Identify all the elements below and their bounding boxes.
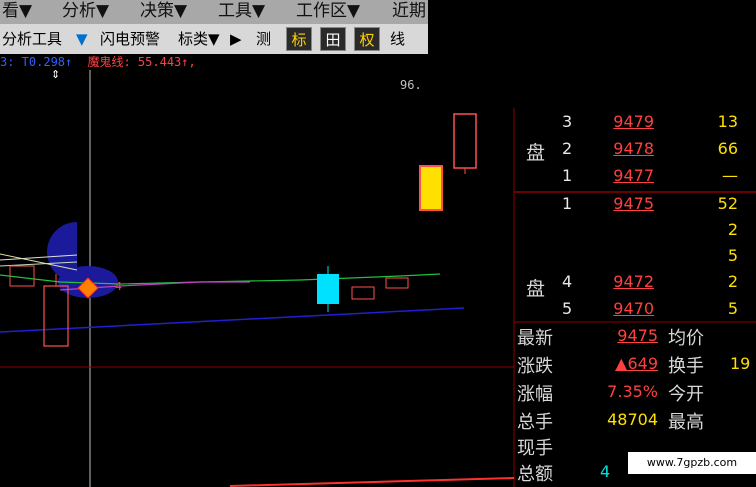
change-value: ▲649 bbox=[615, 354, 658, 373]
candle-small-1 bbox=[351, 286, 375, 300]
volume-ma-line bbox=[229, 477, 515, 487]
level-volume: 2 bbox=[727, 272, 738, 291]
level-volume: 5 bbox=[727, 299, 738, 318]
level-number: 1 bbox=[562, 166, 573, 185]
level-price: 9475 bbox=[613, 194, 654, 213]
order-book-row[interactable]: 1 9477 — bbox=[514, 166, 756, 193]
turnover-value: 19 bbox=[730, 354, 751, 373]
level-price: 9472 bbox=[613, 272, 654, 291]
level-volume: 66 bbox=[717, 139, 738, 158]
level-price: 9478 bbox=[613, 139, 654, 158]
open-label: 今开 bbox=[668, 384, 704, 405]
level-price: 9470 bbox=[613, 299, 654, 318]
current-volume-label: 现手 bbox=[517, 438, 553, 459]
resize-icon: ⇕ bbox=[51, 68, 60, 81]
change-pct-value: 7.35% bbox=[607, 382, 658, 401]
latest-label: 最新 bbox=[517, 328, 553, 349]
order-book-row[interactable]: 4 9472 2 bbox=[514, 272, 756, 299]
level-number: 2 bbox=[562, 139, 573, 158]
latest-value: 9475 bbox=[617, 326, 658, 345]
total-volume-value: 48704 bbox=[607, 410, 658, 429]
watermark: www.7gpzb.com bbox=[628, 452, 756, 474]
order-book-row[interactable]: 5 9470 5 bbox=[514, 299, 756, 326]
ma-blue-line bbox=[0, 307, 465, 333]
candle-up-volume bbox=[419, 165, 443, 211]
change-pct-label: 涨幅 bbox=[517, 384, 553, 405]
level-number: 4 bbox=[562, 272, 573, 291]
marker-digit: 4 bbox=[115, 280, 122, 293]
level-number: 1 bbox=[562, 194, 573, 213]
level-number: 3 bbox=[562, 112, 573, 131]
avg-price-label: 均价 bbox=[668, 328, 704, 349]
order-book-row[interactable]: 2 bbox=[514, 220, 756, 247]
order-book-row[interactable]: 2 9478 66 bbox=[514, 139, 756, 166]
order-book-row[interactable]: 1 9475 52 bbox=[514, 194, 756, 221]
level-volume: 2 bbox=[727, 220, 738, 239]
level-price: 9479 bbox=[613, 112, 654, 131]
level-number: 5 bbox=[562, 299, 573, 318]
order-book-row[interactable]: 3 9479 13 bbox=[514, 112, 756, 139]
change-label: 涨跌 bbox=[517, 356, 553, 377]
level-volume: — bbox=[722, 166, 738, 185]
candle-small-2 bbox=[385, 277, 409, 289]
level-volume: 5 bbox=[727, 246, 738, 265]
order-book-row[interactable]: 5 bbox=[514, 246, 756, 273]
candle-up bbox=[453, 113, 477, 169]
total-volume-label: 总手 bbox=[517, 412, 553, 433]
turnover-label: 换手 bbox=[668, 356, 704, 377]
price-scale-label: 96. bbox=[400, 78, 422, 92]
amount-label: 总额 bbox=[517, 464, 553, 485]
level-price: 9477 bbox=[613, 166, 654, 185]
amount-value: 4 bbox=[600, 462, 611, 481]
candle-left-2 bbox=[43, 285, 69, 347]
level-volume: 52 bbox=[717, 194, 738, 213]
high-label: 最高 bbox=[668, 412, 704, 433]
level-volume: 13 bbox=[717, 112, 738, 131]
candle-down bbox=[317, 274, 339, 304]
